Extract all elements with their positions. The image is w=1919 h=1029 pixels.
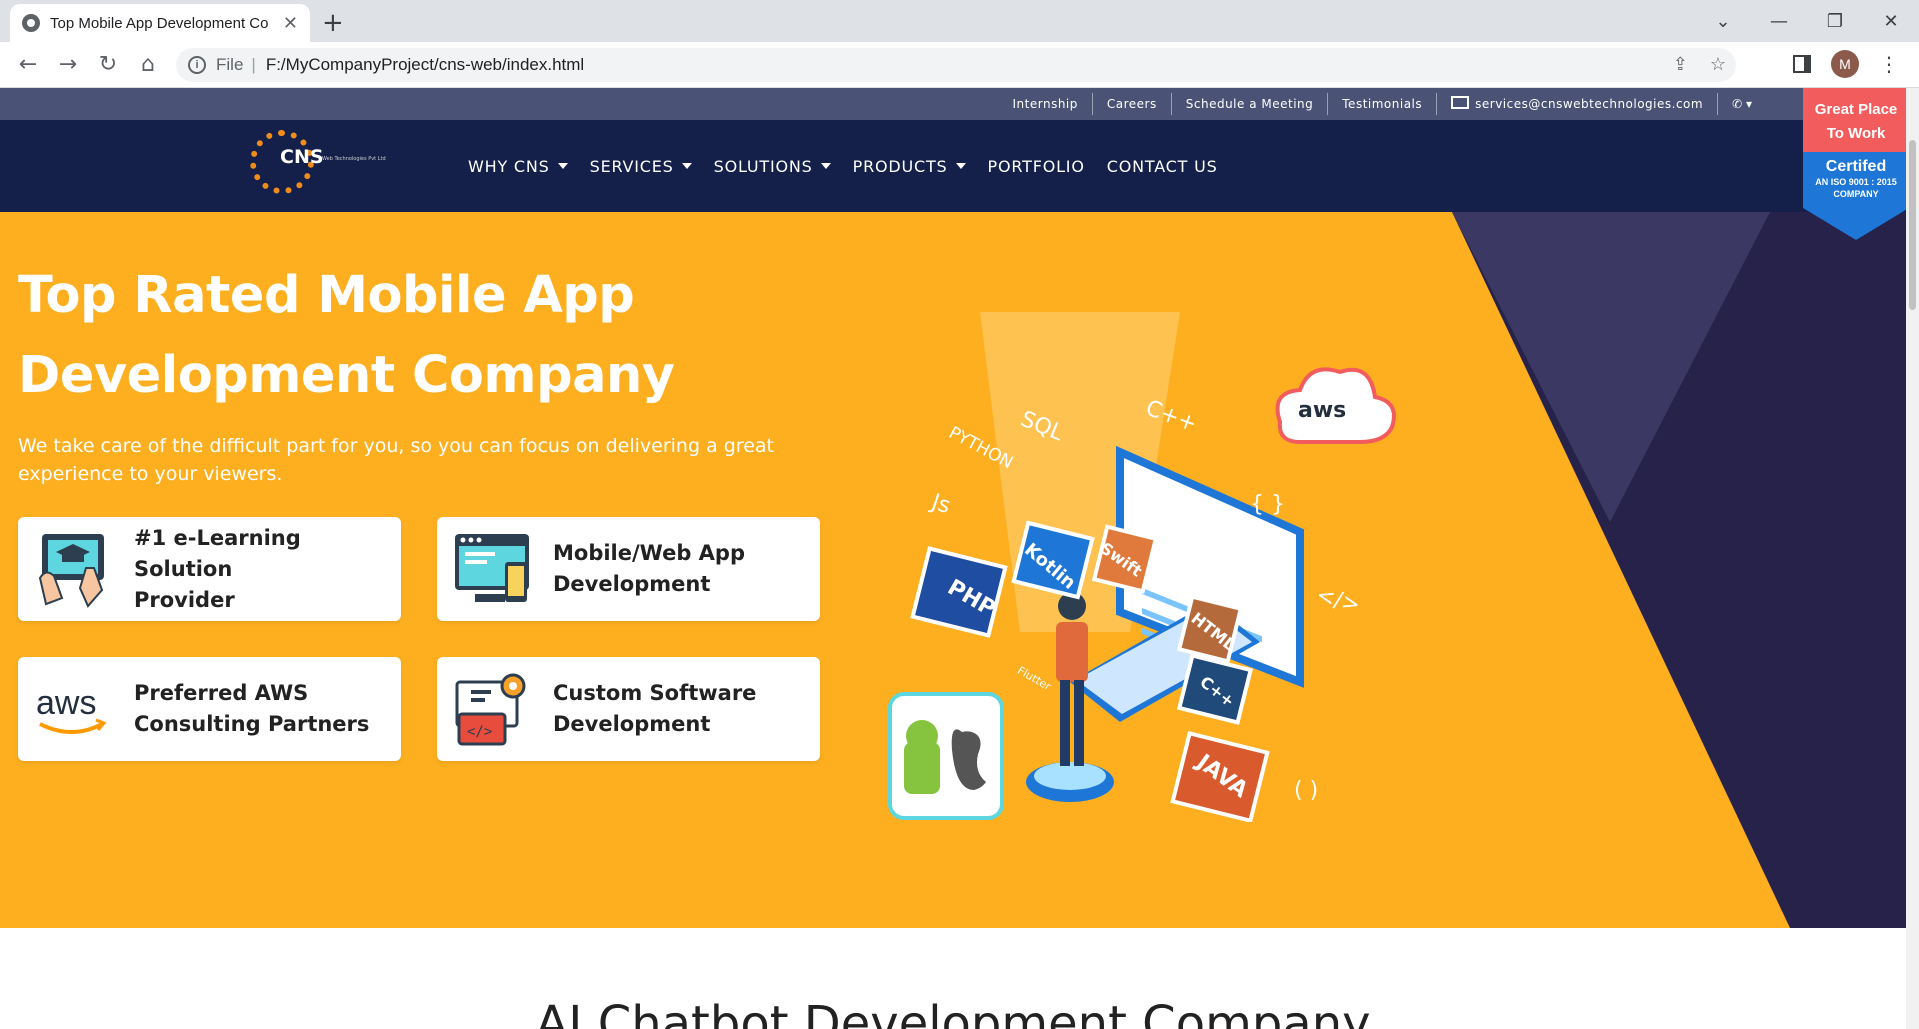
nav-item-why-cns[interactable]: WHY CNS bbox=[468, 157, 568, 176]
nav-item-portfolio[interactable]: PORTFOLIO bbox=[988, 157, 1085, 176]
monitor-icon bbox=[451, 528, 533, 610]
minimize-button[interactable]: — bbox=[1751, 11, 1807, 32]
scrollbar-thumb[interactable] bbox=[1909, 140, 1916, 310]
feature-card-custom-software[interactable]: </> Custom Software Development bbox=[437, 657, 820, 761]
feature-card-aws[interactable]: aws Preferred AWS Consulting Partners bbox=[18, 657, 401, 761]
forward-button[interactable]: → bbox=[48, 52, 88, 77]
code-window-icon: </> bbox=[451, 668, 533, 750]
svg-text:aws: aws bbox=[36, 684, 96, 722]
elearning-icon bbox=[32, 528, 114, 610]
browser-tabstrip: Top Mobile App Development Co ✕ + ⌄ — ❐ … bbox=[0, 0, 1919, 42]
caret-down-icon bbox=[820, 162, 831, 169]
url-scheme: File bbox=[216, 55, 244, 74]
page-viewport: Internship Careers Schedule a Meeting Te… bbox=[0, 88, 1906, 1029]
logo-subtext: Web Technologies Pvt Ltd bbox=[322, 156, 386, 162]
top-utility-bar: Internship Careers Schedule a Meeting Te… bbox=[0, 88, 1906, 120]
feature-card-label: Mobile/Web App Development bbox=[553, 541, 745, 596]
logo-text: CNS bbox=[280, 146, 324, 168]
restore-button[interactable]: ❐ bbox=[1807, 11, 1863, 32]
nav-menu: WHY CNS SERVICES SOLUTIONS PRODUCTS PORT… bbox=[468, 120, 1218, 212]
back-button[interactable]: ← bbox=[8, 52, 48, 77]
info-icon[interactable]: i bbox=[188, 56, 206, 74]
new-tab-button[interactable]: + bbox=[322, 8, 344, 38]
topbar-email-link[interactable]: services@cnswebtechnologies.com bbox=[1437, 93, 1719, 115]
hero-section: Top Rated Mobile App Development Company … bbox=[0, 212, 1906, 928]
hero-illustration: PYTHON SQL C++ Js PHP Kotlin Swift HTML … bbox=[880, 302, 1400, 824]
reload-button[interactable]: ↻ bbox=[88, 52, 128, 77]
url-separator: | bbox=[251, 55, 256, 74]
close-tab-icon[interactable]: ✕ bbox=[283, 13, 298, 34]
profile-avatar[interactable]: M bbox=[1831, 50, 1859, 78]
topbar-link-careers[interactable]: Careers bbox=[1093, 93, 1172, 115]
great-place-ribbon: Great Place To Work bbox=[1803, 88, 1906, 152]
feature-card-mobile-web[interactable]: Mobile/Web App Development bbox=[437, 517, 820, 621]
close-window-button[interactable]: ✕ bbox=[1863, 11, 1919, 32]
main-navigation: CNS Web Technologies Pvt Ltd WHY CNS SER… bbox=[0, 120, 1906, 212]
company-logo[interactable]: CNS Web Technologies Pvt Ltd bbox=[250, 130, 386, 194]
home-button[interactable]: ⌂ bbox=[128, 52, 168, 77]
mail-icon bbox=[1451, 96, 1470, 109]
aws-cloud-label: aws bbox=[1298, 398, 1347, 423]
address-bar[interactable]: i File | F:/MyCompanyProject/cns-web/ind… bbox=[176, 48, 1736, 82]
nav-item-products[interactable]: PRODUCTS bbox=[853, 157, 966, 176]
illustration-label: { } bbox=[1250, 492, 1285, 517]
chevron-down-icon[interactable]: ⌄ bbox=[1695, 11, 1751, 32]
feature-card-elearning[interactable]: #1 e-Learning Solution Provider bbox=[18, 517, 401, 621]
globe-icon bbox=[22, 14, 40, 32]
feature-card-label: Custom Software Development bbox=[553, 681, 757, 736]
svg-text:</>: </> bbox=[467, 724, 492, 740]
next-section: AI Chatbot Development Company bbox=[0, 928, 1906, 1029]
phone-icon: ✆ bbox=[1732, 97, 1743, 111]
illustration-label: ( ) bbox=[1294, 778, 1319, 803]
section-title: AI Chatbot Development Company bbox=[535, 996, 1371, 1029]
feature-card-label: Preferred AWS Consulting Partners bbox=[134, 681, 370, 736]
caret-down-icon bbox=[557, 162, 568, 169]
caret-down-icon bbox=[955, 162, 966, 169]
badge-tip bbox=[1803, 208, 1906, 240]
iso-certified-ribbon: Certifed AN ISO 9001 : 2015 COMPANY bbox=[1803, 152, 1906, 208]
tab-title: Top Mobile App Development Co bbox=[50, 14, 269, 32]
feature-card-label: #1 e-Learning Solution Provider bbox=[134, 525, 301, 612]
topbar-link-testimonials[interactable]: Testimonials bbox=[1328, 93, 1438, 115]
url-text[interactable]: F:/MyCompanyProject/cns-web/index.html bbox=[266, 55, 584, 75]
window-controls: ⌄ — ❐ ✕ bbox=[1695, 0, 1919, 42]
caret-down-icon bbox=[681, 162, 692, 169]
share-icon[interactable]: ⇪ bbox=[1673, 54, 1688, 75]
great-place-badge[interactable]: Great Place To Work Certifed AN ISO 9001 … bbox=[1803, 88, 1906, 242]
hero-title: Top Rated Mobile App Development Company bbox=[18, 266, 675, 405]
email-text: services@cnswebtechnologies.com bbox=[1475, 97, 1704, 111]
topbar-link-internship[interactable]: Internship bbox=[999, 93, 1093, 115]
topbar-link-schedule[interactable]: Schedule a Meeting bbox=[1172, 93, 1329, 115]
nav-item-contact-us[interactable]: CONTACT US bbox=[1107, 157, 1218, 176]
nav-item-solutions[interactable]: SOLUTIONS bbox=[714, 157, 831, 176]
browser-toolbar: ← → ↻ ⌂ i File | F:/MyCompanyProject/cns… bbox=[0, 42, 1919, 88]
nav-item-services[interactable]: SERVICES bbox=[590, 157, 692, 176]
hero-lead-text: We take care of the difficult part for y… bbox=[18, 435, 774, 485]
menu-kebab-icon[interactable]: ⋮ bbox=[1879, 52, 1899, 76]
bookmark-star-icon[interactable]: ☆ bbox=[1710, 54, 1726, 75]
browser-tab[interactable]: Top Mobile App Development Co ✕ bbox=[10, 4, 310, 42]
side-panel-icon[interactable] bbox=[1793, 55, 1811, 73]
page-scrollbar[interactable] bbox=[1906, 88, 1919, 1029]
phone-dropdown[interactable]: ✆ ▾ bbox=[1718, 97, 1766, 111]
aws-icon: aws bbox=[32, 668, 114, 750]
